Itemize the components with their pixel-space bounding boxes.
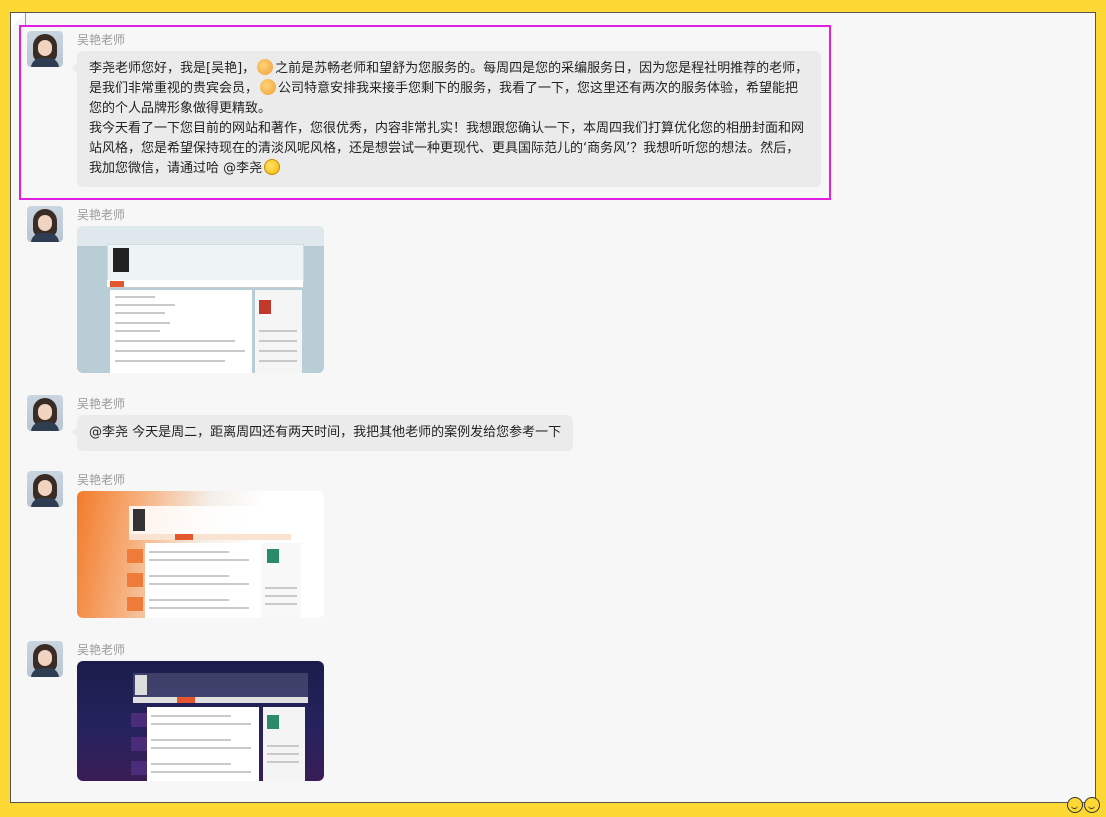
emoji-panel-icon[interactable] xyxy=(1067,797,1100,813)
sender-name: 吴艳老师 xyxy=(77,643,126,657)
screenshot-website-orange[interactable] xyxy=(77,491,324,618)
screenshot-website-light-blue[interactable] xyxy=(77,226,324,373)
avatar[interactable] xyxy=(27,471,63,507)
smiley-icon xyxy=(1067,797,1083,813)
sender-name: 吴艳老师 xyxy=(77,473,126,487)
sender-name: 吴艳老师 xyxy=(77,397,126,411)
smiley-icon xyxy=(1084,797,1100,813)
avatar[interactable] xyxy=(27,206,63,242)
chat-window: 吴艳老师 李尧老师您好，我是[吴艳]， 之前是苏畅老师和望舒为您服务的。每周四是您… xyxy=(10,12,1096,803)
avatar[interactable] xyxy=(27,395,63,431)
message-bubble[interactable]: @李尧 今天是周二，距离周四还有两天时间，我把其他老师的案例发给您参考一下 xyxy=(71,415,574,451)
selection-highlight xyxy=(19,25,831,200)
sender-name: 吴艳老师 xyxy=(77,208,126,222)
screenshot-website-purple[interactable] xyxy=(77,661,324,781)
avatar[interactable] xyxy=(27,641,63,677)
